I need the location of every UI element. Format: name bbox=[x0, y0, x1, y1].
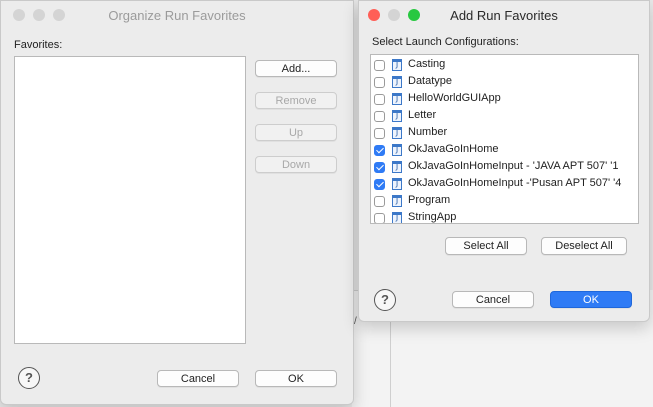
title-bar: Add Run Favorites bbox=[359, 1, 649, 28]
deselect-all-button[interactable]: Deselect All bbox=[541, 237, 627, 255]
launch-configurations-list[interactable]: J Casting J Datatype J HelloWorldGUIApp … bbox=[370, 54, 639, 224]
checkbox[interactable] bbox=[374, 145, 385, 156]
checkbox[interactable] bbox=[374, 60, 385, 71]
list-item[interactable]: J Letter bbox=[371, 108, 638, 125]
add-button[interactable]: Add... bbox=[255, 60, 337, 77]
checkbox[interactable] bbox=[374, 179, 385, 190]
list-item[interactable]: J OkJavaGoInHome bbox=[371, 142, 638, 159]
remove-button[interactable]: Remove bbox=[255, 92, 337, 109]
select-configurations-label: Select Launch Configurations: bbox=[372, 36, 519, 48]
list-item[interactable]: J OkJavaGoInHomeInput -'Pusan APT 507' '… bbox=[371, 176, 638, 193]
java-application-icon: J bbox=[392, 127, 402, 139]
checkbox[interactable] bbox=[374, 213, 385, 223]
cancel-button[interactable]: Cancel bbox=[157, 370, 239, 387]
help-icon[interactable]: ? bbox=[374, 289, 396, 311]
up-button[interactable]: Up bbox=[255, 124, 337, 141]
list-item[interactable]: J Program bbox=[371, 193, 638, 210]
java-application-icon: J bbox=[392, 144, 402, 156]
ok-button[interactable]: OK bbox=[550, 291, 632, 308]
ok-button[interactable]: OK bbox=[255, 370, 337, 387]
configuration-name: StringApp bbox=[408, 211, 457, 223]
configuration-name: OkJavaGoInHomeInput -'Pusan APT 507' '4 bbox=[408, 177, 622, 189]
java-application-icon: J bbox=[392, 212, 402, 223]
java-application-icon: J bbox=[392, 76, 402, 88]
favorites-list[interactable] bbox=[14, 56, 246, 344]
checkbox[interactable] bbox=[374, 162, 385, 173]
configuration-name: Number bbox=[408, 126, 448, 138]
background-text: / bbox=[354, 316, 357, 327]
list-item[interactable]: J Number bbox=[371, 125, 638, 142]
java-application-icon: J bbox=[392, 195, 402, 207]
help-icon[interactable]: ? bbox=[18, 367, 40, 389]
list-item[interactable]: J HelloWorldGUIApp bbox=[371, 91, 638, 108]
list-item[interactable]: J StringApp bbox=[371, 210, 638, 223]
java-application-icon: J bbox=[392, 110, 402, 122]
configuration-name: Datatype bbox=[408, 75, 453, 87]
cancel-button[interactable]: Cancel bbox=[452, 291, 534, 308]
configuration-name: HelloWorldGUIApp bbox=[408, 92, 501, 104]
java-application-icon: J bbox=[392, 178, 402, 190]
favorites-label: Favorites: bbox=[14, 39, 63, 51]
add-run-favorites-dialog: Add Run Favorites Select Launch Configur… bbox=[358, 0, 650, 322]
down-button[interactable]: Down bbox=[255, 156, 337, 173]
java-application-icon: J bbox=[392, 161, 402, 173]
java-application-icon: J bbox=[392, 93, 402, 105]
configuration-name: Casting bbox=[408, 58, 446, 70]
checkbox[interactable] bbox=[374, 77, 385, 88]
organize-run-favorites-dialog: Organize Run Favorites Favorites: Add...… bbox=[0, 0, 354, 405]
checkbox[interactable] bbox=[374, 196, 385, 207]
list-item[interactable]: J Casting bbox=[371, 57, 638, 74]
configuration-name: Program bbox=[408, 194, 451, 206]
java-application-icon: J bbox=[392, 59, 402, 71]
configuration-name: OkJavaGoInHomeInput - 'JAVA APT 507' '1 bbox=[408, 160, 619, 172]
list-item[interactable]: J Datatype bbox=[371, 74, 638, 91]
configuration-name: OkJavaGoInHome bbox=[408, 143, 499, 155]
checkbox[interactable] bbox=[374, 94, 385, 105]
title-bar: Organize Run Favorites bbox=[1, 1, 353, 28]
select-all-button[interactable]: Select All bbox=[445, 237, 527, 255]
background-divider bbox=[390, 320, 391, 407]
window-title: Organize Run Favorites bbox=[108, 8, 246, 23]
checkbox[interactable] bbox=[374, 128, 385, 139]
window-title: Add Run Favorites bbox=[450, 8, 558, 23]
list-item[interactable]: J OkJavaGoInHomeInput - 'JAVA APT 507' '… bbox=[371, 159, 638, 176]
checkbox[interactable] bbox=[374, 111, 385, 122]
configuration-name: Letter bbox=[408, 109, 437, 121]
